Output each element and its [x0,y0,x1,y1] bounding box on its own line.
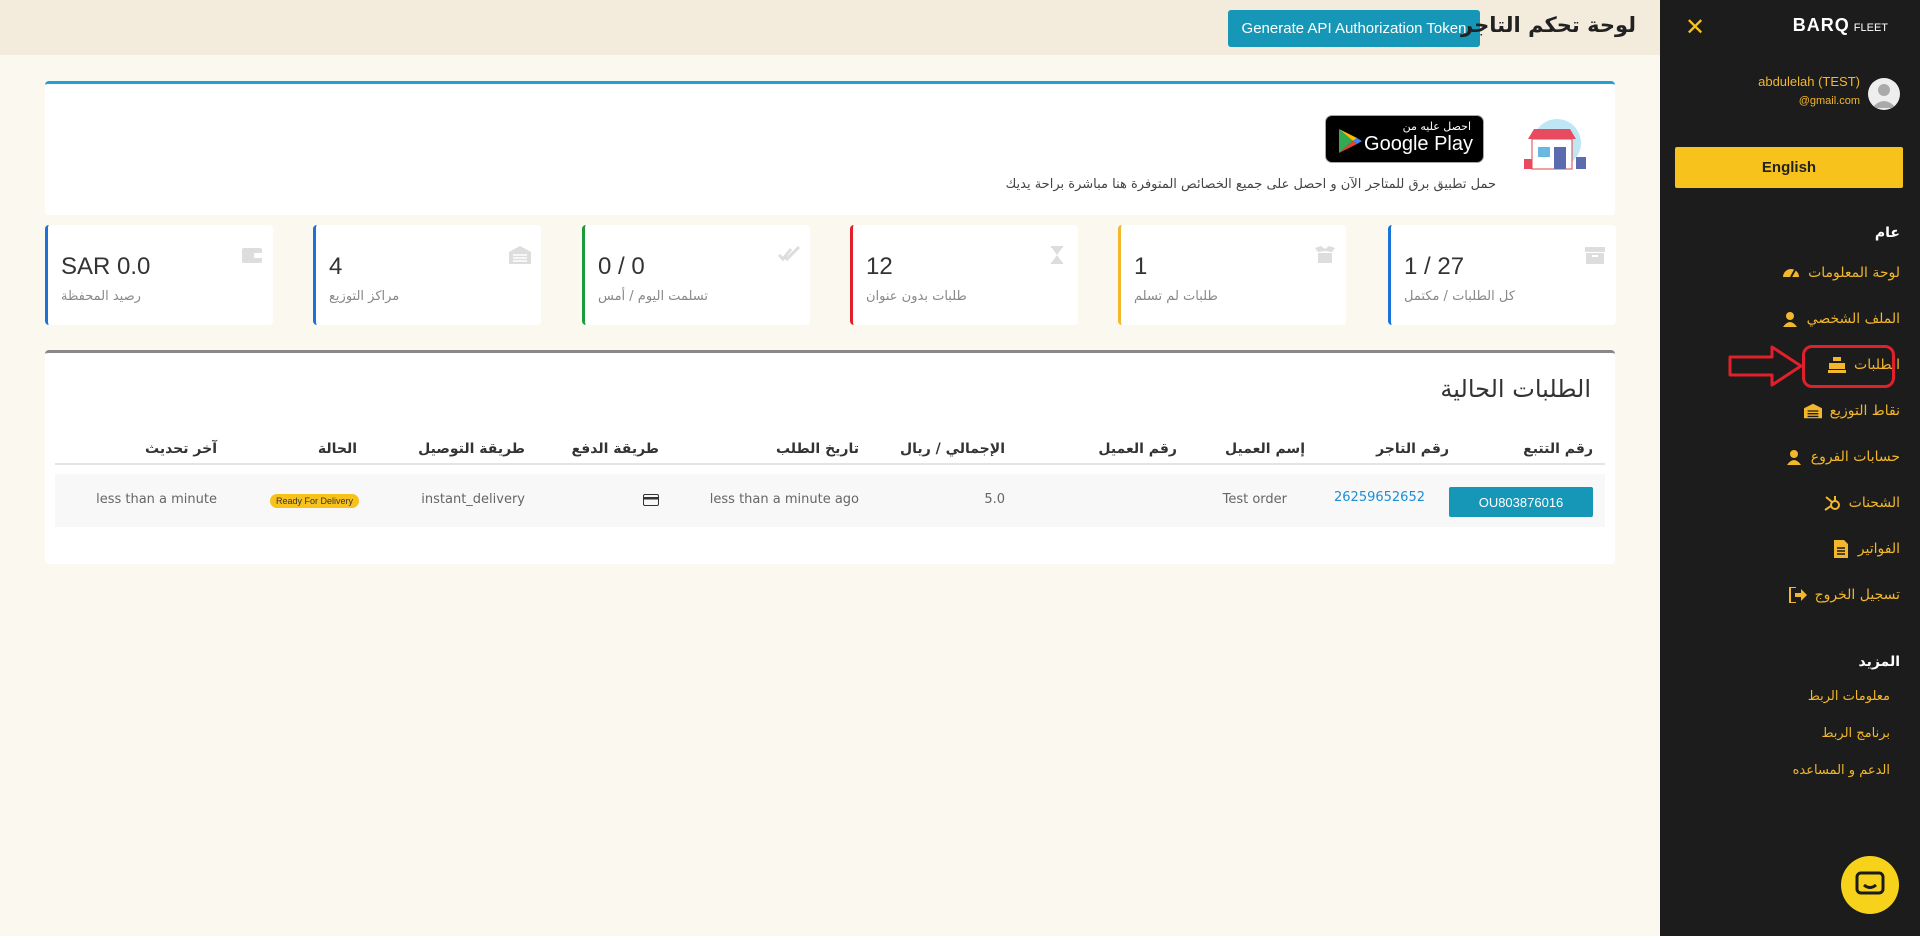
double-check-icon [777,245,801,262]
sidebar-item-shipments[interactable]: الشحنات [1823,491,1900,515]
logout-icon [1788,586,1807,604]
sidebar-item-invoices[interactable]: الفواتير [1832,537,1900,561]
more-heading: المزيد [1858,654,1901,670]
col-merchant-no: رقم التاجر [1376,441,1449,457]
stat-card-delivered-today: 0 / 0 تسلمت اليوم / أمس [582,225,810,325]
delivery-method: instant_delivery [421,492,525,507]
avatar[interactable] [1868,78,1900,110]
sidebar-item-label: لوحة المعلومات [1808,265,1900,281]
merchant-number-link[interactable]: 26259652652 [1334,490,1425,505]
orders-table-header: رقم التتبع رقم التاجر إسم العميل رقم الع… [55,435,1605,465]
google-play-badge[interactable]: احصل عليه من Google Play [1325,115,1484,163]
sidebar-item-dashboard[interactable]: لوحة المعلومات [1782,261,1900,285]
google-play-icon [1339,129,1362,153]
col-status: الحالة [317,441,357,457]
top-bar: Generate API Authorization Token لوحة تح… [0,0,1660,55]
hourglass-icon [1051,246,1063,264]
stat-card-no-address: 12 طلبات بدون عنوان [850,225,1078,325]
sidebar-item-profile[interactable]: الملف الشخصي [1781,307,1900,331]
col-total: الإجمالي / ريال [900,441,1005,457]
wallet-icon [242,248,262,263]
annotation-highlight-box [1802,345,1895,388]
hubspot-icon [1823,494,1841,512]
sidebar-item-label: الفواتير [1857,541,1900,557]
order-date: less than a minute ago [709,492,859,507]
customer-name: Test order [1222,492,1287,507]
stat-label: تسلمت اليوم / أمس [598,289,708,304]
more-link-integration-info[interactable]: معلومات الربط [1808,689,1890,704]
col-payment: طريقة الدفع [571,441,659,457]
more-link-integration-program[interactable]: برنامج الربط [1821,726,1890,741]
user-icon [1785,448,1803,466]
chat-button[interactable] [1841,856,1899,914]
banner-text: حمل تطبيق برق للمتاجر الآن و احصل على جم… [1005,177,1496,192]
sidebar-item-branch-accounts[interactable]: حسابات الفروع [1785,445,1900,469]
brand-logo: BARQ FLEET [1793,15,1888,36]
col-tracking: رقم التتبع [1523,441,1593,457]
col-customer-name: إسم العميل [1225,441,1305,457]
annotation-arrow-icon [1728,345,1803,387]
orders-title: الطلبات الحالية [1440,375,1591,403]
tracking-number-button[interactable]: OU803876016 [1449,487,1593,517]
dashboard-icon [1782,264,1800,282]
store-illustration [1524,119,1586,170]
stat-value: 4 [329,253,343,280]
col-order-date: تاريخ الطلب [775,441,859,457]
stat-card-wallet: SAR 0.0 رصيد المحفظة [45,225,273,325]
stat-value: 0 / 0 [598,253,645,280]
sidebar-item-label: حسابات الفروع [1810,449,1900,465]
gplay-big-text: Google Play [1364,133,1473,155]
brand-name: BARQ [1792,15,1850,35]
more-link-support[interactable]: الدعم و المساعده [1793,763,1890,778]
col-delivery: طريقة التوصيل [418,441,525,457]
stat-value: 1 [1134,253,1148,280]
generate-api-token-button[interactable]: Generate API Authorization Token [1228,10,1480,47]
user-icon [1781,310,1799,328]
main-content: Generate API Authorization Token لوحة تح… [0,0,1660,936]
general-heading: عام [1874,225,1900,241]
invoice-icon [1832,540,1850,558]
sidebar-item-distribution-points[interactable]: نقاط التوزيع [1803,399,1900,423]
box-icon [1585,247,1605,264]
close-icon[interactable]: ✕ [1685,13,1705,41]
col-last-update: آخر تحديث [145,441,217,457]
sidebar: ✕ BARQ FLEET abdulelah (TEST) @gmail.com … [1660,0,1920,936]
user-name: abdulelah (TEST) [1758,74,1860,89]
sidebar-item-label: الملف الشخصي [1806,311,1900,327]
status-badge: Ready For Delivery [270,494,360,508]
stat-value: 12 [866,253,893,280]
stat-label: مراكز التوزيع [329,289,400,304]
brand-sub: FLEET [1853,22,1888,34]
stat-label: كل الطلبات / مكتمل [1404,289,1515,304]
stat-card-undelivered: 1 طلبات لم تسلم [1118,225,1346,325]
stat-label: طلبات لم تسلم [1134,289,1218,304]
stat-label: رصيد المحفظة [61,289,141,304]
sidebar-item-label: الشحنات [1848,495,1900,511]
user-email: @gmail.com [1798,95,1860,107]
warehouse-icon [1803,402,1822,420]
app-download-banner: احصل عليه من Google Play حمل تطبيق برق ل… [45,81,1615,215]
open-box-icon [1315,246,1335,263]
card-icon [643,494,659,506]
chat-icon [1855,871,1885,895]
stat-value: 1 / 27 [1404,253,1465,280]
table-row[interactable]: OU803876016 26259652652 Test order 5.0 l… [55,474,1605,527]
avatar-icon [1872,84,1896,108]
col-customer-no: رقم العميل [1098,441,1177,457]
stat-label: طلبات بدون عنوان [866,289,967,304]
stat-card-distribution-centers: 4 مراكز التوزيع [313,225,541,325]
sidebar-item-label: تسجيل الخروج [1814,587,1900,603]
order-total: 5.0 [984,492,1005,507]
gplay-small-text: احصل عليه من [1402,120,1471,133]
language-button[interactable]: English [1675,147,1903,188]
stat-card-all-orders: 1 / 27 كل الطلبات / مكتمل [1388,225,1616,325]
stat-value: SAR 0.0 [61,253,151,280]
current-orders-panel: الطلبات الحالية رقم التتبع رقم التاجر إس… [45,350,1615,564]
warehouse-icon [509,246,531,264]
sidebar-item-logout[interactable]: تسجيل الخروج [1788,583,1900,607]
sidebar-item-label: نقاط التوزيع [1829,403,1900,419]
last-update: less than a minute [96,492,217,507]
page-title: لوحة تحكم التاجر [1461,13,1636,37]
